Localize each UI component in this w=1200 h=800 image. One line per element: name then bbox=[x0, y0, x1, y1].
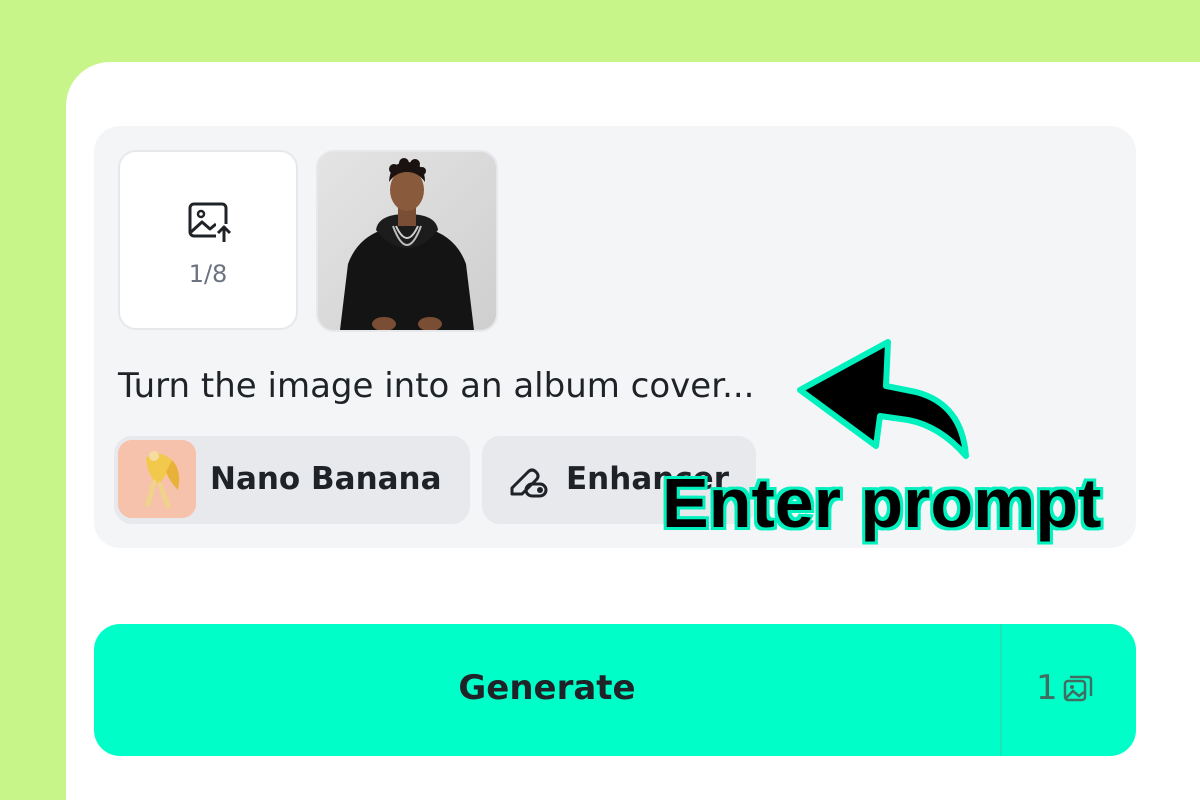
generate-button[interactable]: Generate 1 bbox=[94, 624, 1136, 756]
generate-label: Generate bbox=[458, 668, 636, 708]
annotation-label: Enter prompt bbox=[660, 464, 1102, 542]
model-label: Nano Banana bbox=[210, 461, 442, 497]
app-card: 1/8 Turn the image into an album cover..… bbox=[66, 62, 1200, 800]
uploaded-image-thumbnail[interactable] bbox=[316, 150, 498, 332]
portrait-photo bbox=[318, 152, 496, 330]
enhancer-icon bbox=[510, 468, 548, 498]
prompt-input[interactable]: Turn the image into an album cover... bbox=[118, 366, 755, 406]
model-selector-chip[interactable]: Nano Banana bbox=[114, 436, 470, 524]
image-upload-icon bbox=[188, 202, 232, 244]
images-icon bbox=[1063, 675, 1093, 702]
image-upload-button[interactable]: 1/8 bbox=[118, 150, 298, 330]
curved-arrow-icon bbox=[797, 339, 969, 459]
upload-count: 1/8 bbox=[188, 260, 228, 288]
generate-divider bbox=[1000, 624, 1002, 756]
credit-count: 1 bbox=[1036, 668, 1058, 708]
model-thumbnail bbox=[118, 440, 196, 518]
